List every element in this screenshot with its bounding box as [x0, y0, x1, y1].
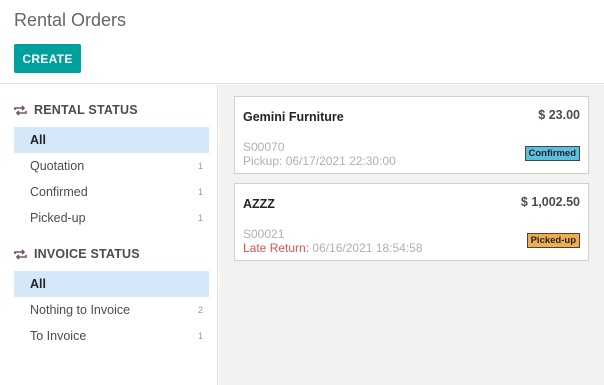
kanban-view: Gemini Furniture $ 23.00 S00070 Pickup: …	[219, 85, 604, 385]
card-date: Pickup: 06/17/2021 22:30:00	[243, 154, 396, 168]
date-label: Late Return:	[243, 241, 310, 255]
date-label: Pickup:	[243, 154, 283, 168]
create-button[interactable]: CREATE	[14, 44, 81, 73]
date-value: 06/17/2021 22:30:00	[285, 154, 396, 168]
search-panel: RENTAL STATUS All Quotation 1 Confirmed …	[0, 85, 218, 385]
control-panel: Rental Orders CREATE	[0, 0, 604, 84]
kanban-card[interactable]: AZZZ $ 1,002.50 S00021 Late Return: 06/1…	[234, 183, 589, 261]
filter-picked-up[interactable]: Picked-up 1	[14, 205, 209, 231]
filter-count: 1	[197, 331, 203, 341]
card-reference: S00070	[243, 140, 285, 154]
filter-confirmed[interactable]: Confirmed 1	[14, 179, 209, 205]
card-date: Late Return: 06/16/2021 18:54:58	[243, 241, 423, 255]
invoice-status-title: INVOICE STATUS	[34, 247, 140, 261]
status-badge: Picked-up	[526, 233, 580, 248]
page-title: Rental Orders	[14, 10, 127, 30]
filter-count: 1	[197, 187, 203, 197]
filter-label: Confirmed	[30, 185, 88, 199]
filter-count: 1	[197, 161, 203, 171]
kanban-card[interactable]: Gemini Furniture $ 23.00 S00070 Pickup: …	[234, 96, 589, 174]
filter-nothing-to-invoice[interactable]: Nothing to Invoice 2	[14, 297, 209, 323]
filter-label: Quotation	[30, 159, 85, 173]
status-badge: Confirmed	[524, 146, 580, 161]
filter-label: To Invoice	[30, 329, 87, 343]
filter-to-invoice[interactable]: To Invoice 1	[14, 323, 209, 349]
filter-invoice-all[interactable]: All	[14, 271, 209, 297]
filter-label: All	[30, 133, 46, 147]
card-amount: $ 23.00	[538, 108, 580, 122]
invoice-status-header: INVOICE STATUS	[14, 247, 140, 261]
filter-label: All	[30, 277, 46, 291]
card-reference: S00021	[243, 227, 285, 241]
card-customer: AZZZ	[243, 197, 275, 211]
filter-label: Picked-up	[30, 211, 86, 225]
filter-count: 1	[197, 213, 203, 223]
date-value: 06/16/2021 18:54:58	[312, 241, 423, 255]
filter-quotation[interactable]: Quotation 1	[14, 153, 209, 179]
filter-count: 2	[197, 305, 203, 315]
repeat-icon	[14, 104, 27, 116]
rental-status-header: RENTAL STATUS	[14, 103, 138, 117]
repeat-icon	[14, 248, 27, 260]
filter-rental-all[interactable]: All	[14, 127, 209, 153]
card-amount: $ 1,002.50	[520, 195, 580, 209]
rental-status-title: RENTAL STATUS	[34, 103, 138, 117]
filter-label: Nothing to Invoice	[30, 303, 131, 317]
card-customer: Gemini Furniture	[243, 110, 344, 124]
